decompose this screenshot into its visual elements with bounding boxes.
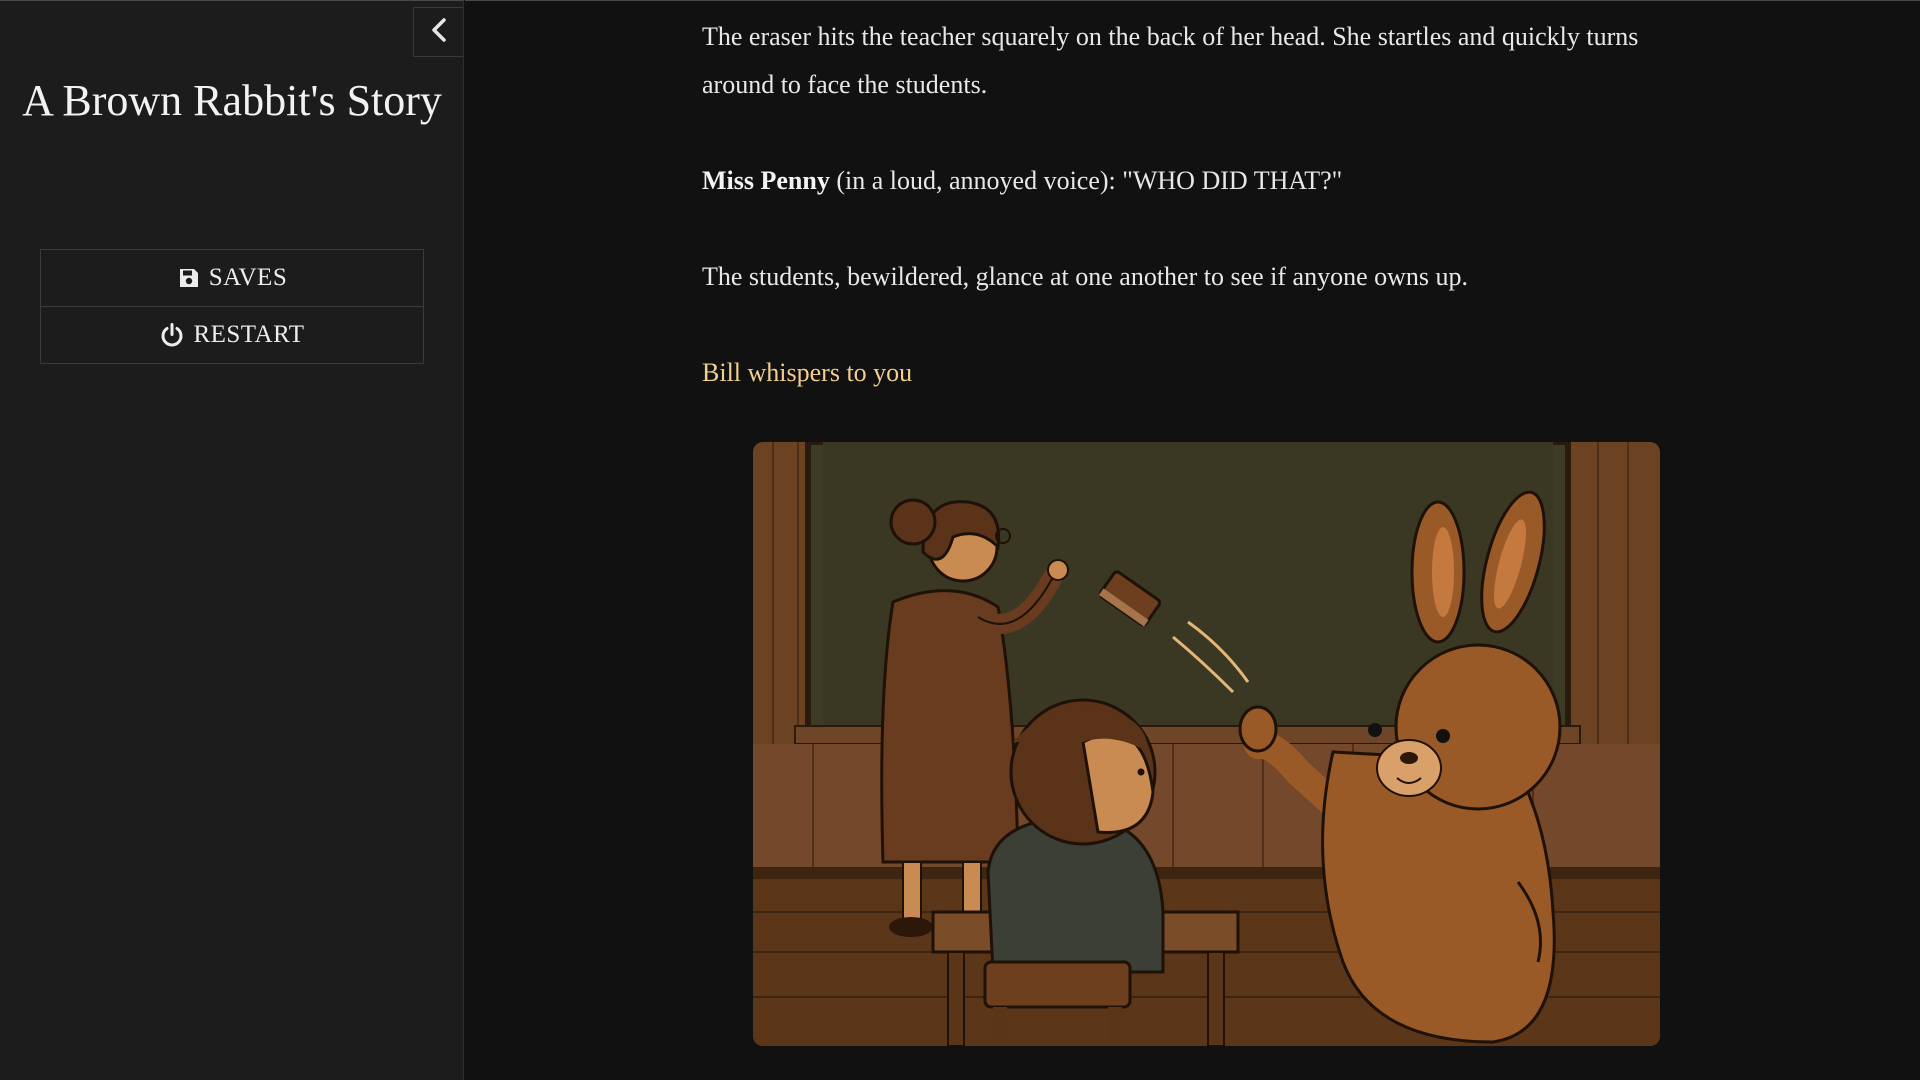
story-illustration xyxy=(753,442,1660,1046)
saves-label: SAVES xyxy=(208,264,288,291)
sidebar-menu: SAVES RESTART xyxy=(40,249,424,364)
speaker-name: Miss Penny xyxy=(702,166,830,195)
story-title: A Brown Rabbit's Story xyxy=(22,76,442,125)
chevron-left-icon xyxy=(429,17,449,47)
passage-paragraph: The eraser hits the teacher squarely on … xyxy=(702,22,1639,99)
dialogue-line: Miss Penny (in a loud, annoyed voice): "… xyxy=(702,157,1702,205)
saves-button[interactable]: SAVES xyxy=(41,250,423,306)
passage-paragraph: The students, bewildered, glance at one … xyxy=(702,262,1469,291)
story-main: The eraser hits the teacher squarely on … xyxy=(465,0,1920,1080)
restart-label: RESTART xyxy=(193,321,305,348)
choice-link[interactable]: Bill whispers to you xyxy=(702,358,912,387)
passage: The eraser hits the teacher squarely on … xyxy=(702,13,1702,445)
sidebar: A Brown Rabbit's Story SAVES RESTART xyxy=(0,0,464,1080)
dialogue-text: (in a loud, annoyed voice): "WHO DID THA… xyxy=(829,166,1343,195)
restart-button[interactable]: RESTART xyxy=(41,306,423,363)
sidebar-toggle-button[interactable] xyxy=(413,7,463,57)
power-icon xyxy=(159,322,185,348)
floppy-disk-icon xyxy=(177,266,201,290)
